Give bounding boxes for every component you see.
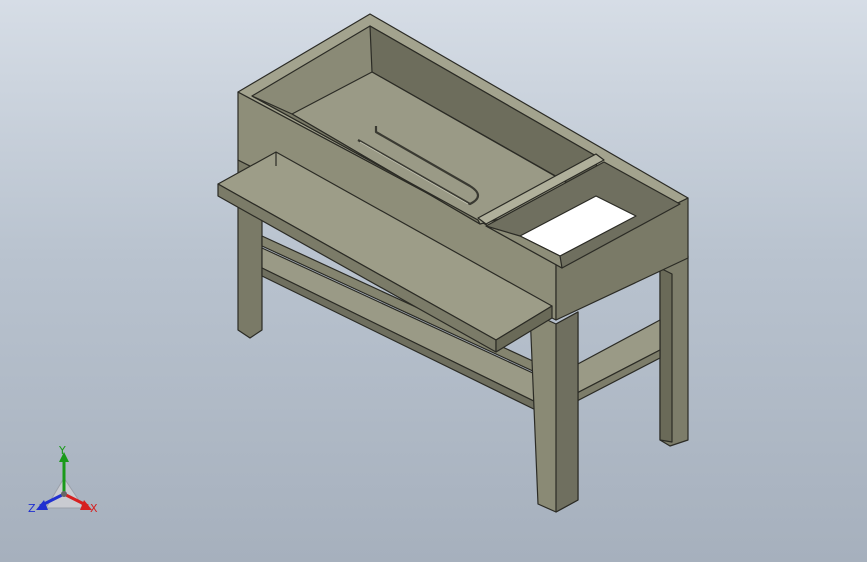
graphics-viewport[interactable]: Y X Z bbox=[0, 0, 867, 562]
z-axis-label: Z bbox=[28, 502, 36, 515]
coordinate-triad: Y X Z bbox=[22, 444, 112, 524]
x-axis-label: X bbox=[90, 502, 98, 515]
y-axis-label: Y bbox=[59, 444, 66, 457]
cad-model-workbench[interactable] bbox=[0, 0, 867, 562]
